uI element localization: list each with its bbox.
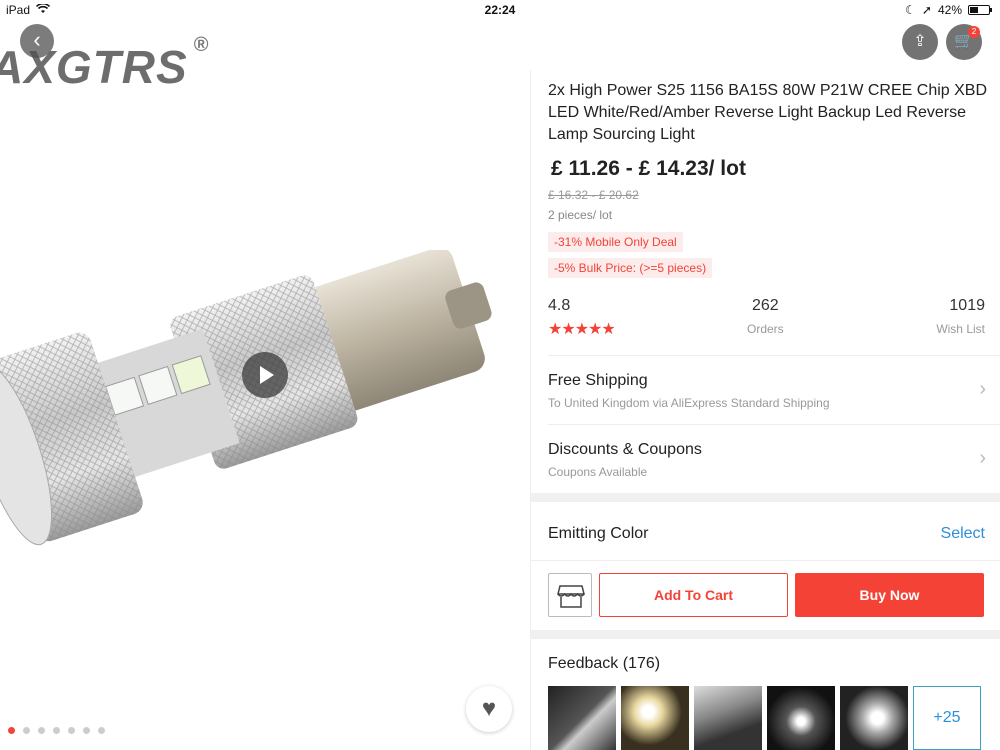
pagination-dot[interactable] bbox=[23, 727, 30, 734]
status-bar: iPad 22:24 ☾ ➚ 42% bbox=[0, 0, 1000, 20]
moon-icon: ☾ bbox=[905, 3, 916, 17]
orders-count: 262 bbox=[752, 297, 779, 314]
coupons-subtitle: Coupons Available bbox=[548, 465, 648, 479]
section-divider bbox=[531, 630, 1000, 639]
share-icon: ⇪ bbox=[913, 33, 927, 50]
battery-level bbox=[970, 7, 978, 13]
battery-percent: 42% bbox=[937, 3, 962, 17]
pagination-dot[interactable] bbox=[53, 727, 60, 734]
divider bbox=[531, 560, 1000, 561]
more-feedback-button[interactable]: +25 bbox=[913, 686, 981, 750]
orders-label: Orders bbox=[747, 322, 784, 336]
feedback-photo[interactable] bbox=[767, 686, 835, 750]
gallery-pagination bbox=[8, 727, 105, 734]
pieces-per-lot: 2 pieces/ lot bbox=[548, 208, 613, 222]
product-gallery[interactable]: AXGTRS ® ‹ ♥ bbox=[0, 0, 530, 750]
rating-stars: ★★★★★ bbox=[548, 321, 616, 338]
battery-icon bbox=[968, 5, 992, 15]
pagination-dot[interactable] bbox=[38, 727, 45, 734]
shipping-subtitle: To United Kingdom via AliExpress Standar… bbox=[548, 396, 830, 410]
pagination-dot[interactable] bbox=[68, 727, 75, 734]
back-icon: ‹ bbox=[33, 27, 41, 52]
share-button[interactable]: ⇪ bbox=[902, 24, 938, 60]
feedback-photo[interactable] bbox=[621, 686, 689, 750]
feedback-title: Feedback (176) bbox=[548, 655, 661, 672]
heart-icon: ♥ bbox=[481, 695, 497, 722]
clock: 22:24 bbox=[484, 3, 516, 17]
feedback-photo[interactable] bbox=[548, 686, 616, 750]
store-icon bbox=[557, 585, 585, 608]
feedback-photo[interactable] bbox=[694, 686, 762, 750]
pagination-dot[interactable] bbox=[83, 727, 90, 734]
cart-button[interactable]: 🛒 2 bbox=[946, 24, 982, 60]
feedback-photo[interactable] bbox=[840, 686, 908, 750]
play-video-button[interactable] bbox=[242, 352, 288, 398]
product-image bbox=[0, 250, 492, 546]
original-price: £ 16.32 - £ 20.62 bbox=[548, 188, 639, 202]
location-arrow-icon: ➚ bbox=[921, 3, 932, 17]
pagination-dot[interactable] bbox=[98, 727, 105, 734]
product-details: 2x High Power S25 1156 BA15S 80W P21W CR… bbox=[530, 70, 1000, 750]
shipping-title: Free Shipping bbox=[548, 372, 648, 389]
favorite-button[interactable]: ♥ bbox=[466, 686, 512, 732]
emitting-color-label: Emitting Color bbox=[548, 525, 649, 542]
section-divider bbox=[531, 493, 1000, 502]
chevron-right-icon: › bbox=[979, 378, 986, 400]
divider bbox=[548, 424, 1000, 425]
store-button[interactable] bbox=[548, 573, 592, 617]
product-title: 2x High Power S25 1156 BA15S 80W P21W CR… bbox=[548, 82, 988, 143]
wishlist-count: 1019 bbox=[949, 297, 985, 314]
product-stats: 4.8 ★★★★★ 262 Orders 1019 Wish List bbox=[548, 297, 985, 341]
chevron-right-icon: › bbox=[979, 447, 986, 469]
select-color-link[interactable]: Select bbox=[941, 525, 985, 543]
bulk-price-tag: -5% Bulk Price: (>=5 pieces) bbox=[548, 258, 713, 278]
pagination-dot[interactable] bbox=[8, 727, 15, 734]
cart-count-badge: 2 bbox=[968, 26, 980, 38]
wishlist-label: Wish List bbox=[936, 322, 985, 336]
product-price: £ 11.26 - £ 14.23/ lot bbox=[551, 157, 746, 180]
add-to-cart-button[interactable]: Add To Cart bbox=[599, 573, 788, 617]
buy-now-button[interactable]: Buy Now bbox=[795, 573, 984, 617]
divider bbox=[548, 355, 1000, 356]
feedback-thumbnails: +25 bbox=[548, 686, 981, 750]
coupons-title: Discounts & Coupons bbox=[548, 441, 702, 458]
mobile-deal-tag: -31% Mobile Only Deal bbox=[548, 232, 683, 252]
back-button[interactable]: ‹ bbox=[20, 24, 54, 58]
rating-value: 4.8 bbox=[548, 297, 571, 314]
